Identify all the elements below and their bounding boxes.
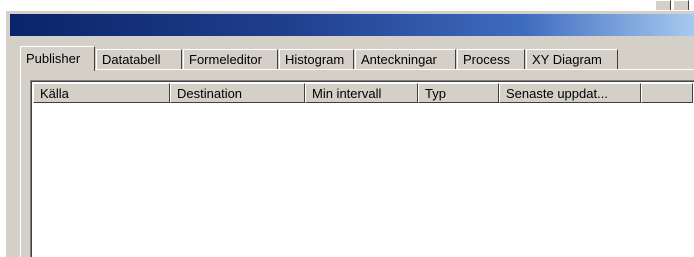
tab-histogram[interactable]: Histogram (279, 49, 354, 70)
column-header-destination[interactable]: Destination (170, 83, 305, 103)
tab-process[interactable]: Process (457, 49, 525, 70)
tab-formeleditor[interactable]: Formeleditor (183, 49, 278, 70)
tab-strip: Publisher Datatabell Formeleditor Histog… (20, 44, 619, 71)
column-header-min-intervall[interactable]: Min intervall (305, 83, 418, 103)
column-header-filler (641, 83, 693, 103)
column-header-typ[interactable]: Typ (418, 83, 499, 103)
publisher-list[interactable]: Källa Destination Min intervall Typ Sena… (30, 80, 694, 257)
title-bar[interactable] (10, 14, 694, 36)
column-header-kalla[interactable]: Källa (33, 83, 170, 103)
tab-xy-diagram[interactable]: XY Diagram (526, 49, 618, 70)
tab-datatabell[interactable]: Datatabell (96, 49, 182, 70)
list-header: Källa Destination Min intervall Typ Sena… (33, 83, 693, 103)
column-header-senaste-uppdat[interactable]: Senaste uppdat... (499, 83, 641, 103)
tab-publisher[interactable]: Publisher (20, 46, 95, 71)
tab-anteckningar[interactable]: Anteckningar (355, 49, 456, 70)
